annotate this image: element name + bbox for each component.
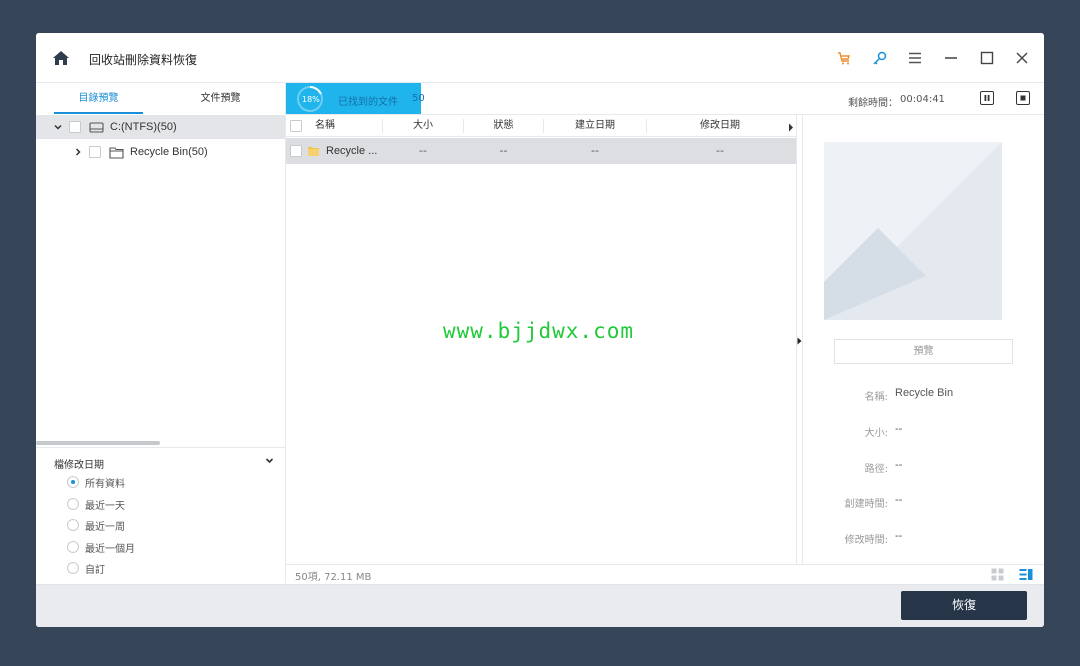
table-row[interactable]: Recycle ... -- -- -- -- (286, 138, 796, 164)
radio-label: 自訂 (85, 564, 105, 576)
tree-item-drive-c[interactable]: C:(NTFS)(50) (36, 115, 285, 139)
radio-button[interactable] (67, 519, 79, 531)
filter-option-custom[interactable]: 自訂 (67, 560, 105, 576)
property-value: -- (895, 530, 903, 542)
radio-label: 最近一天 (85, 500, 125, 512)
found-files-count: 50 (412, 93, 425, 104)
status-bar (286, 564, 1044, 584)
progress-arc (309, 86, 322, 95)
recover-button[interactable]: 恢復 (901, 591, 1027, 620)
row-checkbox[interactable] (290, 145, 302, 157)
chevron-right-icon[interactable] (73, 147, 83, 157)
radio-button[interactable] (67, 476, 79, 488)
property-label: 名稱: (864, 392, 888, 403)
stop-button[interactable] (1016, 91, 1030, 105)
radio-label: 最近一周 (85, 521, 125, 533)
radio-button[interactable] (67, 562, 79, 574)
menu-icon[interactable] (905, 48, 925, 68)
tab-file-preview[interactable]: 文件預覽 (176, 83, 265, 115)
filter-title: 檔修改日期 (54, 460, 104, 471)
radio-label: 所有資料 (85, 478, 125, 490)
filter-option-day[interactable]: 最近一天 (67, 496, 125, 512)
found-files-label: 已找到的文件 (338, 97, 398, 108)
column-scroll-right-icon[interactable] (788, 122, 794, 135)
tab-directory-preview[interactable]: 目錄預覽 (54, 83, 143, 115)
key-icon[interactable] (870, 48, 890, 68)
file-table-header: 名稱 大小 狀態 建立日期 修改日期 (286, 115, 796, 137)
property-label: 路徑: (864, 464, 888, 475)
left-tabs: 目錄預覽 文件預覽 (36, 83, 285, 115)
property-value: -- (895, 494, 903, 506)
radio-button[interactable] (67, 498, 79, 510)
tree-item-recycle-bin[interactable]: Recycle Bin(50) (36, 140, 285, 164)
cell-size: -- (419, 144, 427, 157)
active-tab-indicator (54, 112, 143, 114)
radio-label: 最近一個月 (85, 543, 135, 555)
tree-checkbox[interactable] (89, 146, 101, 158)
tree-horizontal-scrollbar[interactable] (36, 441, 160, 445)
pause-icon (984, 95, 990, 101)
property-label: 大小: (864, 428, 888, 439)
folder-icon (307, 145, 320, 160)
cell-created: -- (591, 144, 599, 157)
remaining-time-value: 00:04:41 (900, 94, 945, 105)
property-label: 創建時間: (844, 499, 888, 510)
property-value: Recycle Bin (895, 387, 954, 399)
select-all-checkbox[interactable] (290, 120, 302, 132)
close-icon[interactable] (1012, 48, 1032, 68)
filter-option-week[interactable]: 最近一周 (67, 517, 125, 533)
property-value: -- (895, 423, 903, 435)
directory-tree: C:(NTFS)(50) Recycle Bin(50) (36, 115, 285, 445)
drive-icon (89, 121, 104, 134)
home-icon[interactable] (52, 49, 70, 67)
cell-name: Recycle ... (326, 145, 378, 157)
tree-label: C:(NTFS)(50) (110, 121, 177, 133)
tree-label: Recycle Bin(50) (130, 146, 208, 158)
progress-percent: 18% (302, 95, 320, 104)
title-bar: 回收站刪除資料恢復 (36, 33, 1044, 83)
remaining-time-label: 剩餘時間： (848, 98, 898, 109)
folder-icon (109, 146, 124, 159)
tree-checkbox[interactable] (69, 121, 81, 133)
list-view-icon[interactable] (1019, 568, 1033, 584)
cart-icon[interactable] (834, 48, 854, 68)
app-window: 回收站刪除資料恢復 目錄預覽 文件預覽 C:(NTFS)(50) Recycle… (36, 33, 1044, 627)
stop-icon (1020, 95, 1026, 101)
filter-option-month[interactable]: 最近一個月 (67, 539, 135, 555)
chevron-down-icon[interactable] (265, 455, 274, 468)
column-header-size[interactable]: 大小 (383, 115, 463, 137)
cell-status: -- (499, 144, 508, 157)
footer-bar (36, 584, 1044, 627)
chevron-down-icon[interactable] (53, 122, 63, 132)
pause-button[interactable] (980, 91, 994, 105)
preview-button[interactable]: 預覽 (834, 339, 1013, 364)
property-value: -- (895, 459, 903, 471)
property-label: 修改時間: (844, 535, 888, 546)
radio-button[interactable] (67, 541, 79, 553)
status-summary: 50項, 72.11 MB (295, 572, 372, 583)
maximize-icon[interactable] (977, 48, 997, 68)
image-placeholder-icon (824, 142, 1002, 320)
watermark-text: www.bjjdwx.com (443, 319, 635, 343)
filter-option-all[interactable]: 所有資料 (67, 474, 125, 490)
cell-modified: -- (716, 144, 724, 157)
grid-view-icon[interactable] (991, 568, 1004, 584)
window-title: 回收站刪除資料恢復 (89, 53, 198, 67)
column-header-status[interactable]: 狀態 (464, 115, 543, 137)
column-header-created[interactable]: 建立日期 (544, 115, 646, 137)
divider (36, 447, 285, 448)
column-header-name[interactable]: 名稱 (314, 115, 336, 137)
column-header-modified[interactable]: 修改日期 (647, 115, 793, 137)
panel-divider (802, 115, 803, 565)
preview-image (824, 142, 1002, 320)
minimize-icon[interactable] (941, 48, 961, 68)
collapse-panel-icon[interactable] (797, 335, 802, 348)
